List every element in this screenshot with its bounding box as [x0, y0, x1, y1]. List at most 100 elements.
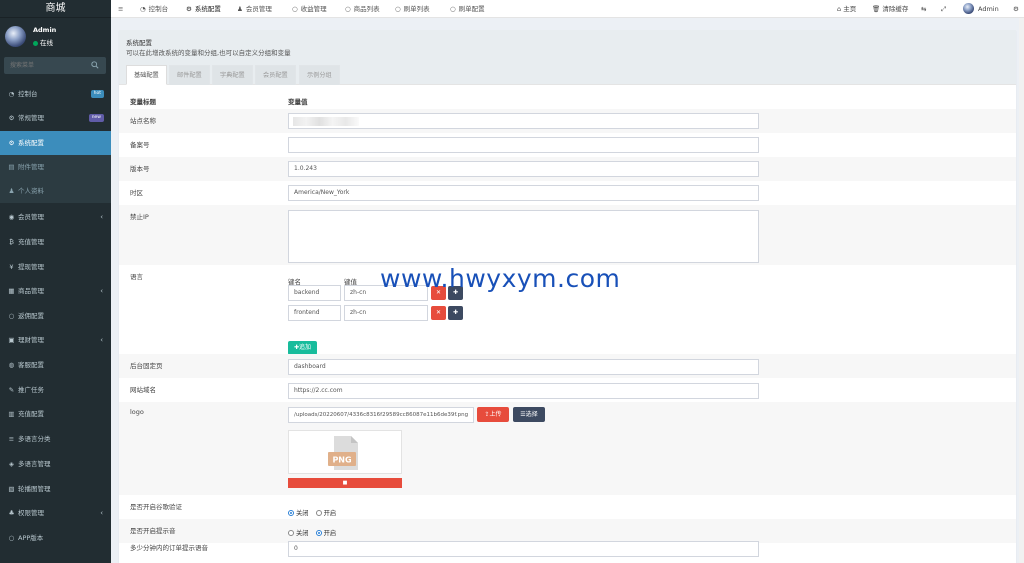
sidebar-item-1[interactable]: ◔ 控制台 hot: [0, 82, 111, 106]
config-tab-5[interactable]: 示例分组: [299, 65, 340, 85]
sidebar-item-9[interactable]: ▦ 商品管理 ‹: [0, 279, 111, 303]
page-scrollbar[interactable]: [1019, 18, 1024, 563]
sidebar-item-label: 权限管理: [18, 509, 44, 517]
top-tab-label: 系统配置: [194, 5, 221, 13]
sidebar-item-6[interactable]: ◉ 会员管理 ‹: [0, 205, 111, 229]
admin-menu[interactable]: Admin: [963, 0, 999, 18]
forbidden-ip-textarea[interactable]: [288, 210, 759, 263]
sound-on-radio[interactable]: 开启: [315, 530, 336, 537]
lang-key-input[interactable]: backend: [288, 285, 341, 301]
top-tab-1[interactable]: ◔ 控制台: [140, 0, 168, 18]
chevron-left-icon: ‹: [100, 336, 103, 344]
sidebar-item-label: 返佣配置: [18, 312, 44, 320]
sidebar: 商城 Admin 在线 ◔控制台hot⚙常规管理new⚙系统配置▤附件管理♟个人…: [0, 0, 111, 563]
sidebar-item-8[interactable]: ¥ 提现管理: [0, 255, 111, 279]
user-status-text: 在线: [40, 39, 53, 47]
fullscreen-button[interactable]: ⤢: [941, 0, 946, 18]
timezone-label: 时区: [130, 189, 143, 197]
top-tab-6[interactable]: ○ 刷单列表: [395, 0, 430, 18]
circle-icon: ○: [8, 534, 15, 542]
table-row: 禁止IP: [119, 205, 1016, 265]
table-row: 版本号 1.0.243: [119, 157, 1016, 181]
order-minutes-label: 多少分钟内的订单提示语音: [130, 544, 208, 552]
sidebar-item-15[interactable]: ≡ 多语言分类: [0, 427, 111, 451]
sidebar-item-14[interactable]: ▥ 充值配置: [0, 402, 111, 426]
order-minutes-input[interactable]: 0: [288, 541, 759, 557]
append-button[interactable]: ✚追加: [288, 341, 317, 355]
sidebar-item-2[interactable]: ⚙ 常规管理 new: [0, 106, 111, 130]
admin-avatar: [963, 3, 974, 14]
logo-input[interactable]: /uploads/20220607/4336c8316f29589cc86087…: [288, 407, 474, 423]
sidebar-item-13[interactable]: ✎ 推广任务: [0, 378, 111, 402]
domain-input[interactable]: https://2.cc.com: [288, 383, 759, 399]
circle-icon: ○: [292, 5, 298, 13]
sidebar-item-5[interactable]: ♟ 个人资料: [0, 179, 111, 203]
site-name-input[interactable]: [288, 113, 759, 129]
captcha-on-radio[interactable]: 开启: [315, 510, 336, 517]
site-name-redacted: [293, 117, 359, 126]
sound-off-radio[interactable]: 关闭: [288, 530, 309, 537]
language-label: 语言: [130, 273, 143, 281]
top-tab-5[interactable]: ○ 商品列表: [345, 0, 380, 18]
table-row: 多少分钟内的订单提示语音 0: [119, 540, 1016, 563]
delete-logo-button[interactable]: ■: [288, 478, 402, 488]
clear-cache-label: 清除缓存: [882, 5, 909, 13]
bullhorn-icon: ✎: [8, 386, 15, 394]
config-tab-2[interactable]: 邮件配置: [169, 65, 210, 85]
home-link[interactable]: ⌂ 主页: [837, 0, 856, 18]
top-tab-3[interactable]: ♟ 会员管理: [237, 0, 272, 18]
choose-button[interactable]: ☰选择: [513, 407, 545, 422]
cogs-icon: ⚙: [8, 114, 15, 122]
sidebar-search-input[interactable]: [4, 57, 84, 74]
fixed-page-input[interactable]: dashboard: [288, 359, 759, 375]
config-tab-3[interactable]: 字典配置: [212, 65, 253, 85]
language-toggle-button[interactable]: ⇆: [921, 0, 926, 18]
top-tab-7[interactable]: ○ 刷单配置: [450, 0, 485, 18]
top-tab-2[interactable]: ⚙ 系统配置: [186, 0, 221, 18]
drag-row-button[interactable]: ✚: [448, 306, 463, 320]
sidebar-item-label: 多语言分类: [18, 435, 51, 443]
sidebar-item-10[interactable]: ○ 返佣配置: [0, 304, 111, 328]
sidebar-item-17[interactable]: ▧ 轮播图管理: [0, 477, 111, 501]
radio-off-label: 关闭: [296, 510, 309, 517]
sidebar-item-label: 个人资料: [18, 187, 44, 195]
captcha-off-radio[interactable]: 关闭: [288, 510, 309, 517]
sidebar-item-3[interactable]: ⚙ 系统配置: [0, 131, 111, 155]
upload-button[interactable]: ⇪上传: [477, 407, 509, 422]
clear-cache-button[interactable]: 🗑 清除缓存: [872, 0, 908, 18]
brand-logo[interactable]: 商城: [0, 0, 111, 18]
sidebar-item-11[interactable]: ▣ 理财管理 ‹: [0, 328, 111, 352]
cart-icon: ▦: [8, 287, 15, 295]
lang-value-input[interactable]: zh-cn: [344, 305, 428, 321]
png-file-icon: PNG: [328, 436, 358, 470]
user-name: Admin: [33, 26, 57, 34]
sidebar-item-label: 轮播图管理: [18, 485, 51, 493]
sidebar-item-4[interactable]: ▤ 附件管理: [0, 155, 111, 179]
radio-checked-icon: [288, 510, 294, 516]
sidebar-item-12[interactable]: ◍ 客服配置: [0, 353, 111, 377]
beian-input[interactable]: [288, 137, 759, 153]
sidebar-item-7[interactable]: ₿ 充值管理: [0, 230, 111, 254]
bitcoin-icon: ₿: [9, 238, 14, 246]
panel-title: 系统配置: [126, 39, 152, 47]
trash-icon: 🗑: [872, 5, 881, 13]
config-tab-1[interactable]: 基础配置: [126, 65, 167, 85]
version-input[interactable]: 1.0.243: [288, 161, 759, 177]
sound-radio-group: 关闭 开启: [288, 528, 336, 537]
config-tab-4[interactable]: 会员配置: [255, 65, 296, 85]
sidebar-item-16[interactable]: ◈ 多语言管理: [0, 452, 111, 476]
logo-label: logo: [130, 408, 144, 416]
timezone-input[interactable]: America/New_York: [288, 185, 759, 201]
lang-key-input[interactable]: frontend: [288, 305, 341, 321]
sidebar-toggle-button[interactable]: ≡: [118, 0, 123, 18]
sidebar-item-18[interactable]: ♣ 权限管理 ‹: [0, 501, 111, 525]
top-tab-4[interactable]: ○ 收益管理: [292, 0, 327, 18]
remove-row-button[interactable]: ✕: [431, 306, 446, 320]
captcha-radio-group: 关闭 开启: [288, 508, 336, 517]
sidebar-item-19[interactable]: ○ APP版本: [0, 526, 111, 550]
sidebar-item-label: 多语言管理: [18, 460, 51, 468]
top-tab-label: 刷单配置: [458, 5, 485, 13]
file-icon: ▤: [8, 163, 15, 171]
settings-gear-button[interactable]: ⚙: [1013, 0, 1019, 18]
search-icon[interactable]: [91, 61, 99, 69]
